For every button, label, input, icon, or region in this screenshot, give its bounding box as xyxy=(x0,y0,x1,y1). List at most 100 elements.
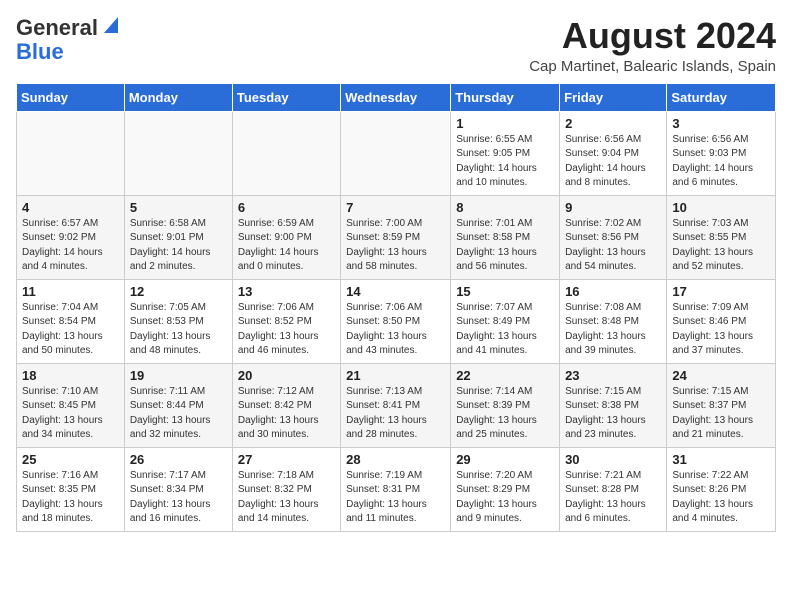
calendar-cell: 10 Sunrise: 7:03 AMSunset: 8:55 PMDayligh… xyxy=(667,195,776,279)
calendar-table: SundayMondayTuesdayWednesdayThursdayFrid… xyxy=(16,83,776,532)
day-info: Sunrise: 7:18 AMSunset: 8:32 PMDaylight:… xyxy=(238,469,335,527)
header-day-monday: Monday xyxy=(124,83,232,111)
day-info: Sunrise: 7:00 AMSunset: 8:59 PMDaylight:… xyxy=(346,217,445,275)
logo-triangle-icon xyxy=(100,17,118,35)
day-number: 19 xyxy=(130,368,227,383)
calendar-cell: 5 Sunrise: 6:58 AMSunset: 9:01 PMDaylight… xyxy=(124,195,232,279)
header: General Blue August 2024 Cap Martinet, B… xyxy=(16,16,776,75)
calendar-cell: 7 Sunrise: 7:00 AMSunset: 8:59 PMDaylight… xyxy=(341,195,451,279)
day-info: Sunrise: 7:13 AMSunset: 8:41 PMDaylight:… xyxy=(346,385,445,443)
calendar-cell: 2Sunrise: 6:56 AMSunset: 9:04 PMDaylight… xyxy=(560,111,667,195)
day-number: 12 xyxy=(130,284,227,299)
day-info: Sunrise: 7:15 AMSunset: 8:38 PMDaylight:… xyxy=(565,385,661,443)
day-number: 27 xyxy=(238,452,335,467)
day-number: 8 xyxy=(456,200,554,215)
header-day-thursday: Thursday xyxy=(451,83,560,111)
week-row-1: 1 Sunrise: 6:55 AMSunset: 9:05 PMDaylight… xyxy=(17,111,776,195)
day-info: Sunrise: 6:59 AMSunset: 9:00 PMDaylight:… xyxy=(238,217,335,275)
logo: General Blue xyxy=(16,16,118,64)
logo-general: General xyxy=(16,16,98,40)
calendar-cell: 12 Sunrise: 7:05 AMSunset: 8:53 PMDayligh… xyxy=(124,279,232,363)
header-day-tuesday: Tuesday xyxy=(232,83,340,111)
calendar-cell: 18Sunrise: 7:10 AMSunset: 8:45 PMDayligh… xyxy=(17,363,125,447)
day-info: Sunrise: 6:58 AMSunset: 9:01 PMDaylight:… xyxy=(130,217,227,275)
day-info: Sunrise: 7:07 AMSunset: 8:49 PMDaylight:… xyxy=(456,301,554,359)
calendar-cell: 23Sunrise: 7:15 AMSunset: 8:38 PMDayligh… xyxy=(560,363,667,447)
calendar-cell: 6Sunrise: 6:59 AMSunset: 9:00 PMDaylight… xyxy=(232,195,340,279)
day-number: 25 xyxy=(22,452,119,467)
calendar-cell: 21Sunrise: 7:13 AMSunset: 8:41 PMDayligh… xyxy=(341,363,451,447)
calendar-cell xyxy=(124,111,232,195)
calendar-cell: 31Sunrise: 7:22 AMSunset: 8:26 PMDayligh… xyxy=(667,447,776,531)
day-number: 15 xyxy=(456,284,554,299)
day-info: Sunrise: 7:01 AMSunset: 8:58 PMDaylight:… xyxy=(456,217,554,275)
day-number: 7 xyxy=(346,200,445,215)
day-info: Sunrise: 7:15 AMSunset: 8:37 PMDaylight:… xyxy=(672,385,770,443)
day-number: 3 xyxy=(672,116,770,131)
calendar-cell: 9Sunrise: 7:02 AMSunset: 8:56 PMDaylight… xyxy=(560,195,667,279)
day-number: 26 xyxy=(130,452,227,467)
day-number: 13 xyxy=(238,284,335,299)
day-number: 20 xyxy=(238,368,335,383)
day-number: 10 xyxy=(672,200,770,215)
day-info: Sunrise: 7:03 AMSunset: 8:55 PMDaylight:… xyxy=(672,217,770,275)
day-info: Sunrise: 7:19 AMSunset: 8:31 PMDaylight:… xyxy=(346,469,445,527)
calendar-cell: 11 Sunrise: 7:04 AMSunset: 8:54 PMDayligh… xyxy=(17,279,125,363)
calendar-body: 1 Sunrise: 6:55 AMSunset: 9:05 PMDaylight… xyxy=(17,111,776,531)
day-number: 11 xyxy=(22,284,119,299)
day-info: Sunrise: 7:16 AMSunset: 8:35 PMDaylight:… xyxy=(22,469,119,527)
calendar-cell: 1 Sunrise: 6:55 AMSunset: 9:05 PMDaylight… xyxy=(451,111,560,195)
week-row-2: 4Sunrise: 6:57 AMSunset: 9:02 PMDaylight… xyxy=(17,195,776,279)
day-number: 5 xyxy=(130,200,227,215)
day-info: Sunrise: 7:04 AMSunset: 8:54 PMDaylight:… xyxy=(22,301,119,359)
calendar-cell xyxy=(17,111,125,195)
calendar-cell: 30 Sunrise: 7:21 AMSunset: 8:28 PMDayligh… xyxy=(560,447,667,531)
day-info: Sunrise: 6:55 AMSunset: 9:05 PMDaylight:… xyxy=(456,133,554,191)
day-number: 1 xyxy=(456,116,554,131)
day-info: Sunrise: 7:05 AMSunset: 8:53 PMDaylight:… xyxy=(130,301,227,359)
day-number: 30 xyxy=(565,452,661,467)
week-row-5: 25 Sunrise: 7:16 AMSunset: 8:35 PMDayligh… xyxy=(17,447,776,531)
calendar-cell: 22 Sunrise: 7:14 AMSunset: 8:39 PMDayligh… xyxy=(451,363,560,447)
title-area: August 2024 Cap Martinet, Balearic Islan… xyxy=(529,16,776,75)
calendar-cell: 26 Sunrise: 7:17 AMSunset: 8:34 PMDayligh… xyxy=(124,447,232,531)
day-number: 24 xyxy=(672,368,770,383)
day-info: Sunrise: 7:17 AMSunset: 8:34 PMDaylight:… xyxy=(130,469,227,527)
day-number: 4 xyxy=(22,200,119,215)
day-number: 28 xyxy=(346,452,445,467)
calendar-cell: 25 Sunrise: 7:16 AMSunset: 8:35 PMDayligh… xyxy=(17,447,125,531)
day-number: 29 xyxy=(456,452,554,467)
header-day-saturday: Saturday xyxy=(667,83,776,111)
logo-blue: Blue xyxy=(16,40,64,64)
calendar-cell xyxy=(232,111,340,195)
calendar-cell xyxy=(341,111,451,195)
day-number: 17 xyxy=(672,284,770,299)
day-info: Sunrise: 7:09 AMSunset: 8:46 PMDaylight:… xyxy=(672,301,770,359)
calendar-cell: 24 Sunrise: 7:15 AMSunset: 8:37 PMDayligh… xyxy=(667,363,776,447)
calendar-title: August 2024 xyxy=(529,16,776,56)
day-info: Sunrise: 7:06 AMSunset: 8:50 PMDaylight:… xyxy=(346,301,445,359)
calendar-cell: 14Sunrise: 7:06 AMSunset: 8:50 PMDayligh… xyxy=(341,279,451,363)
calendar-cell: 28 Sunrise: 7:19 AMSunset: 8:31 PMDayligh… xyxy=(341,447,451,531)
day-info: Sunrise: 7:22 AMSunset: 8:26 PMDaylight:… xyxy=(672,469,770,527)
calendar-cell: 13Sunrise: 7:06 AMSunset: 8:52 PMDayligh… xyxy=(232,279,340,363)
calendar-cell: 15 Sunrise: 7:07 AMSunset: 8:49 PMDayligh… xyxy=(451,279,560,363)
day-number: 16 xyxy=(565,284,661,299)
week-row-3: 11 Sunrise: 7:04 AMSunset: 8:54 PMDayligh… xyxy=(17,279,776,363)
calendar-cell: 29Sunrise: 7:20 AMSunset: 8:29 PMDayligh… xyxy=(451,447,560,531)
calendar-cell: 8 Sunrise: 7:01 AMSunset: 8:58 PMDaylight… xyxy=(451,195,560,279)
day-info: Sunrise: 7:10 AMSunset: 8:45 PMDaylight:… xyxy=(22,385,119,443)
calendar-cell: 19Sunrise: 7:11 AMSunset: 8:44 PMDayligh… xyxy=(124,363,232,447)
day-number: 9 xyxy=(565,200,661,215)
calendar-subtitle: Cap Martinet, Balearic Islands, Spain xyxy=(529,58,776,75)
day-number: 22 xyxy=(456,368,554,383)
calendar-cell: 3 Sunrise: 6:56 AMSunset: 9:03 PMDaylight… xyxy=(667,111,776,195)
calendar-cell: 17 Sunrise: 7:09 AMSunset: 8:46 PMDayligh… xyxy=(667,279,776,363)
header-day-sunday: Sunday xyxy=(17,83,125,111)
header-day-friday: Friday xyxy=(560,83,667,111)
day-info: Sunrise: 6:56 AMSunset: 9:04 PMDaylight:… xyxy=(565,133,661,191)
day-info: Sunrise: 7:08 AMSunset: 8:48 PMDaylight:… xyxy=(565,301,661,359)
day-info: Sunrise: 7:14 AMSunset: 8:39 PMDaylight:… xyxy=(456,385,554,443)
day-info: Sunrise: 6:56 AMSunset: 9:03 PMDaylight:… xyxy=(672,133,770,191)
day-info: Sunrise: 7:21 AMSunset: 8:28 PMDaylight:… xyxy=(565,469,661,527)
